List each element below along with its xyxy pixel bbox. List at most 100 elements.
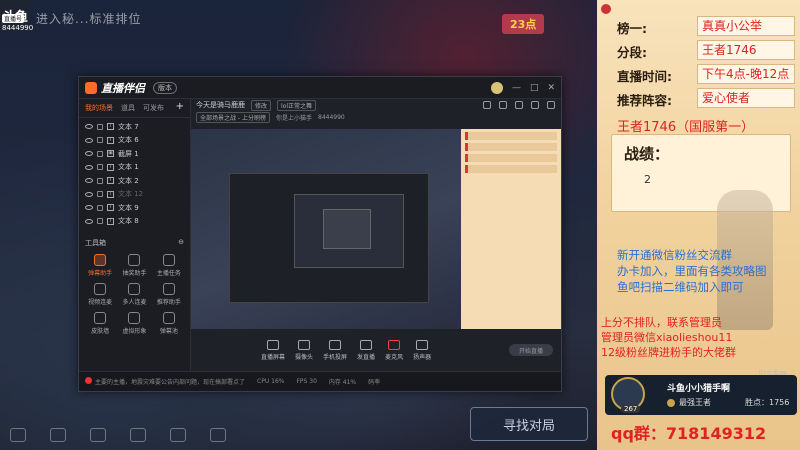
tool-skin-wall[interactable]: 皮肤墙 <box>83 312 117 335</box>
broadcast-button[interactable]: 发直播 <box>357 339 375 361</box>
nav-ming-icon[interactable] <box>130 428 146 442</box>
layer-item[interactable]: T 文本 12 <box>79 188 190 202</box>
status-bar: 主要的主播，地震灾难要公告内部问题，现在搞部署点了 CPU 16% FPS 30… <box>79 371 561 391</box>
app-name: 直播伴侣 <box>101 81 145 95</box>
eye-icon[interactable] <box>85 178 93 184</box>
streamer-name: 你是上小猫手 <box>275 114 312 122</box>
tool-multi-link[interactable]: 多人连麦 <box>117 283 151 306</box>
layer-item[interactable]: T 文本 9 <box>79 201 190 215</box>
share-icon[interactable] <box>547 101 555 109</box>
notice-line: 鱼吧扫描二维码加入即可 <box>617 280 744 294</box>
notice-line: 新开通微信粉丝交流群 <box>617 248 732 262</box>
screen-capture-button[interactable]: 直播屏幕 <box>261 339 285 361</box>
lock-icon[interactable] <box>97 137 103 144</box>
tab-my-scenes[interactable]: 我的场景 <box>85 103 113 113</box>
eye-icon[interactable] <box>85 191 93 197</box>
nested-preview-window <box>229 173 429 303</box>
control-label: 扬声器 <box>413 353 432 361</box>
layer-label: 文本 2 <box>118 176 139 185</box>
info-label-rank: 分段: <box>617 45 647 60</box>
eye-icon[interactable] <box>85 151 93 157</box>
warning-icon <box>85 377 92 384</box>
lock-icon[interactable] <box>97 123 103 130</box>
lock-icon[interactable] <box>97 204 103 211</box>
tool-avatar[interactable]: 虚拟形象 <box>117 312 151 335</box>
start-live-button[interactable]: 开始直播 <box>509 344 553 356</box>
nav-hero-icon[interactable] <box>10 428 26 442</box>
tool-recommend[interactable]: 推荐助手 <box>152 283 186 306</box>
lock-icon[interactable] <box>97 177 103 184</box>
task-icon <box>162 254 175 266</box>
info-label-lineup: 推荐阵容: <box>617 93 672 108</box>
nav-equip-icon[interactable] <box>90 428 106 442</box>
stream-preview[interactable] <box>191 129 561 329</box>
phone-cast-button[interactable]: 手机投屏 <box>323 339 347 361</box>
eye-icon[interactable] <box>85 218 93 224</box>
nav-chat-icon[interactable] <box>210 428 226 442</box>
maximize-icon[interactable]: □ <box>530 83 539 93</box>
preview-line <box>465 154 557 162</box>
scene-mode-chip[interactable]: lol正常之舞 <box>277 99 317 111</box>
eye-icon[interactable] <box>85 137 93 143</box>
eye-icon[interactable] <box>85 164 93 170</box>
find-match-button[interactable]: 寻找对局 <box>470 407 588 441</box>
nav-rune-icon[interactable] <box>50 428 66 442</box>
layer-item[interactable]: T 文本 2 <box>79 174 190 188</box>
layer-label: 文本 9 <box>118 203 139 212</box>
lock-icon[interactable] <box>97 150 103 157</box>
speaker-icon <box>416 339 429 350</box>
tab-props[interactable]: 道具 <box>121 103 135 113</box>
user-avatar[interactable] <box>490 81 503 94</box>
tab-publishable[interactable]: 可发布 <box>143 103 164 113</box>
copy-icon[interactable] <box>515 101 523 109</box>
version-chip[interactable]: 版本 <box>153 81 177 94</box>
tool-label: 抽奖助手 <box>122 270 147 277</box>
camera-button[interactable]: 摄像头 <box>295 339 314 361</box>
wechat-group-notice: 新开通微信粉丝交流群 办卡加入，里面有各类攻略图 鱼吧扫描二维码加入即可 <box>617 247 767 295</box>
admin-contact-notice: 上分不排队，联系管理员 管理员微信xiaolieshou11 12级粉丝牌进粉手… <box>601 315 736 360</box>
download-icon <box>128 283 141 295</box>
tool-label: 虚拟形象 <box>122 328 147 335</box>
tool-danmu-pool[interactable]: 弹幕池 <box>152 312 186 335</box>
text-layer-icon: T <box>107 123 114 131</box>
control-label: 摄像头 <box>295 353 314 361</box>
app-titlebar: 直播伴侣 版本 — □ ✕ <box>79 77 561 99</box>
layer-item[interactable]: T 文本 6 <box>79 134 190 148</box>
broadcast-icon <box>360 339 373 350</box>
notice-line: 上分不排队，联系管理员 <box>601 316 722 329</box>
layer-item[interactable]: ▣ 截屏 1 <box>79 147 190 161</box>
lock-icon[interactable] <box>97 218 103 225</box>
notice-line: 办卡加入，里面有各类攻略图 <box>617 264 767 278</box>
anchor-rank: 最强王者 <box>679 398 711 407</box>
add-scene-icon[interactable]: + <box>176 102 184 113</box>
anchor-name: 斗鱼小小猎手啊 <box>667 384 731 394</box>
layer-item[interactable]: T 文本 1 <box>79 161 190 175</box>
eye-icon[interactable] <box>85 124 93 130</box>
danmu-icon <box>94 254 107 266</box>
scene-select[interactable]: 全部场景之战 - 上分刷榜 <box>196 111 270 123</box>
tool-danmu[interactable]: 弹幕助手 <box>83 254 117 277</box>
minimize-icon[interactable]: — <box>512 83 521 93</box>
scene-toolbar <box>483 101 555 109</box>
text-layer-icon: T <box>107 163 114 171</box>
microphone-button[interactable]: 麦克风 <box>385 339 403 361</box>
tool-label: 弹幕助手 <box>88 270 113 277</box>
status-message: 主要的主播，地震灾难要公告内部问题，现在搞部署点了 <box>85 377 245 386</box>
edit-scene-chip[interactable]: 修改 <box>251 99 272 111</box>
tool-lottery[interactable]: 抽奖助手 <box>117 254 151 277</box>
toolbox-more-icon[interactable]: ⊖ <box>178 238 184 248</box>
tool-video-link[interactable]: 视频连麦 <box>83 283 117 306</box>
layer-item[interactable]: T 文本 8 <box>79 215 190 229</box>
speaker-button[interactable]: 扬声器 <box>413 339 432 361</box>
nav-shop-icon[interactable] <box>170 428 186 442</box>
info-value-rank: 王者1746 <box>697 40 795 60</box>
layer-item[interactable]: T 文本 7 <box>79 120 190 134</box>
lock-icon[interactable] <box>97 191 103 198</box>
screenshot-icon[interactable] <box>483 101 491 109</box>
delete-icon[interactable] <box>531 101 539 109</box>
lock-icon[interactable] <box>97 164 103 171</box>
close-icon[interactable]: ✕ <box>547 83 555 93</box>
lock-icon[interactable] <box>499 101 507 109</box>
eye-icon[interactable] <box>85 205 93 211</box>
tool-tasks[interactable]: 主播任务 <box>152 254 186 277</box>
